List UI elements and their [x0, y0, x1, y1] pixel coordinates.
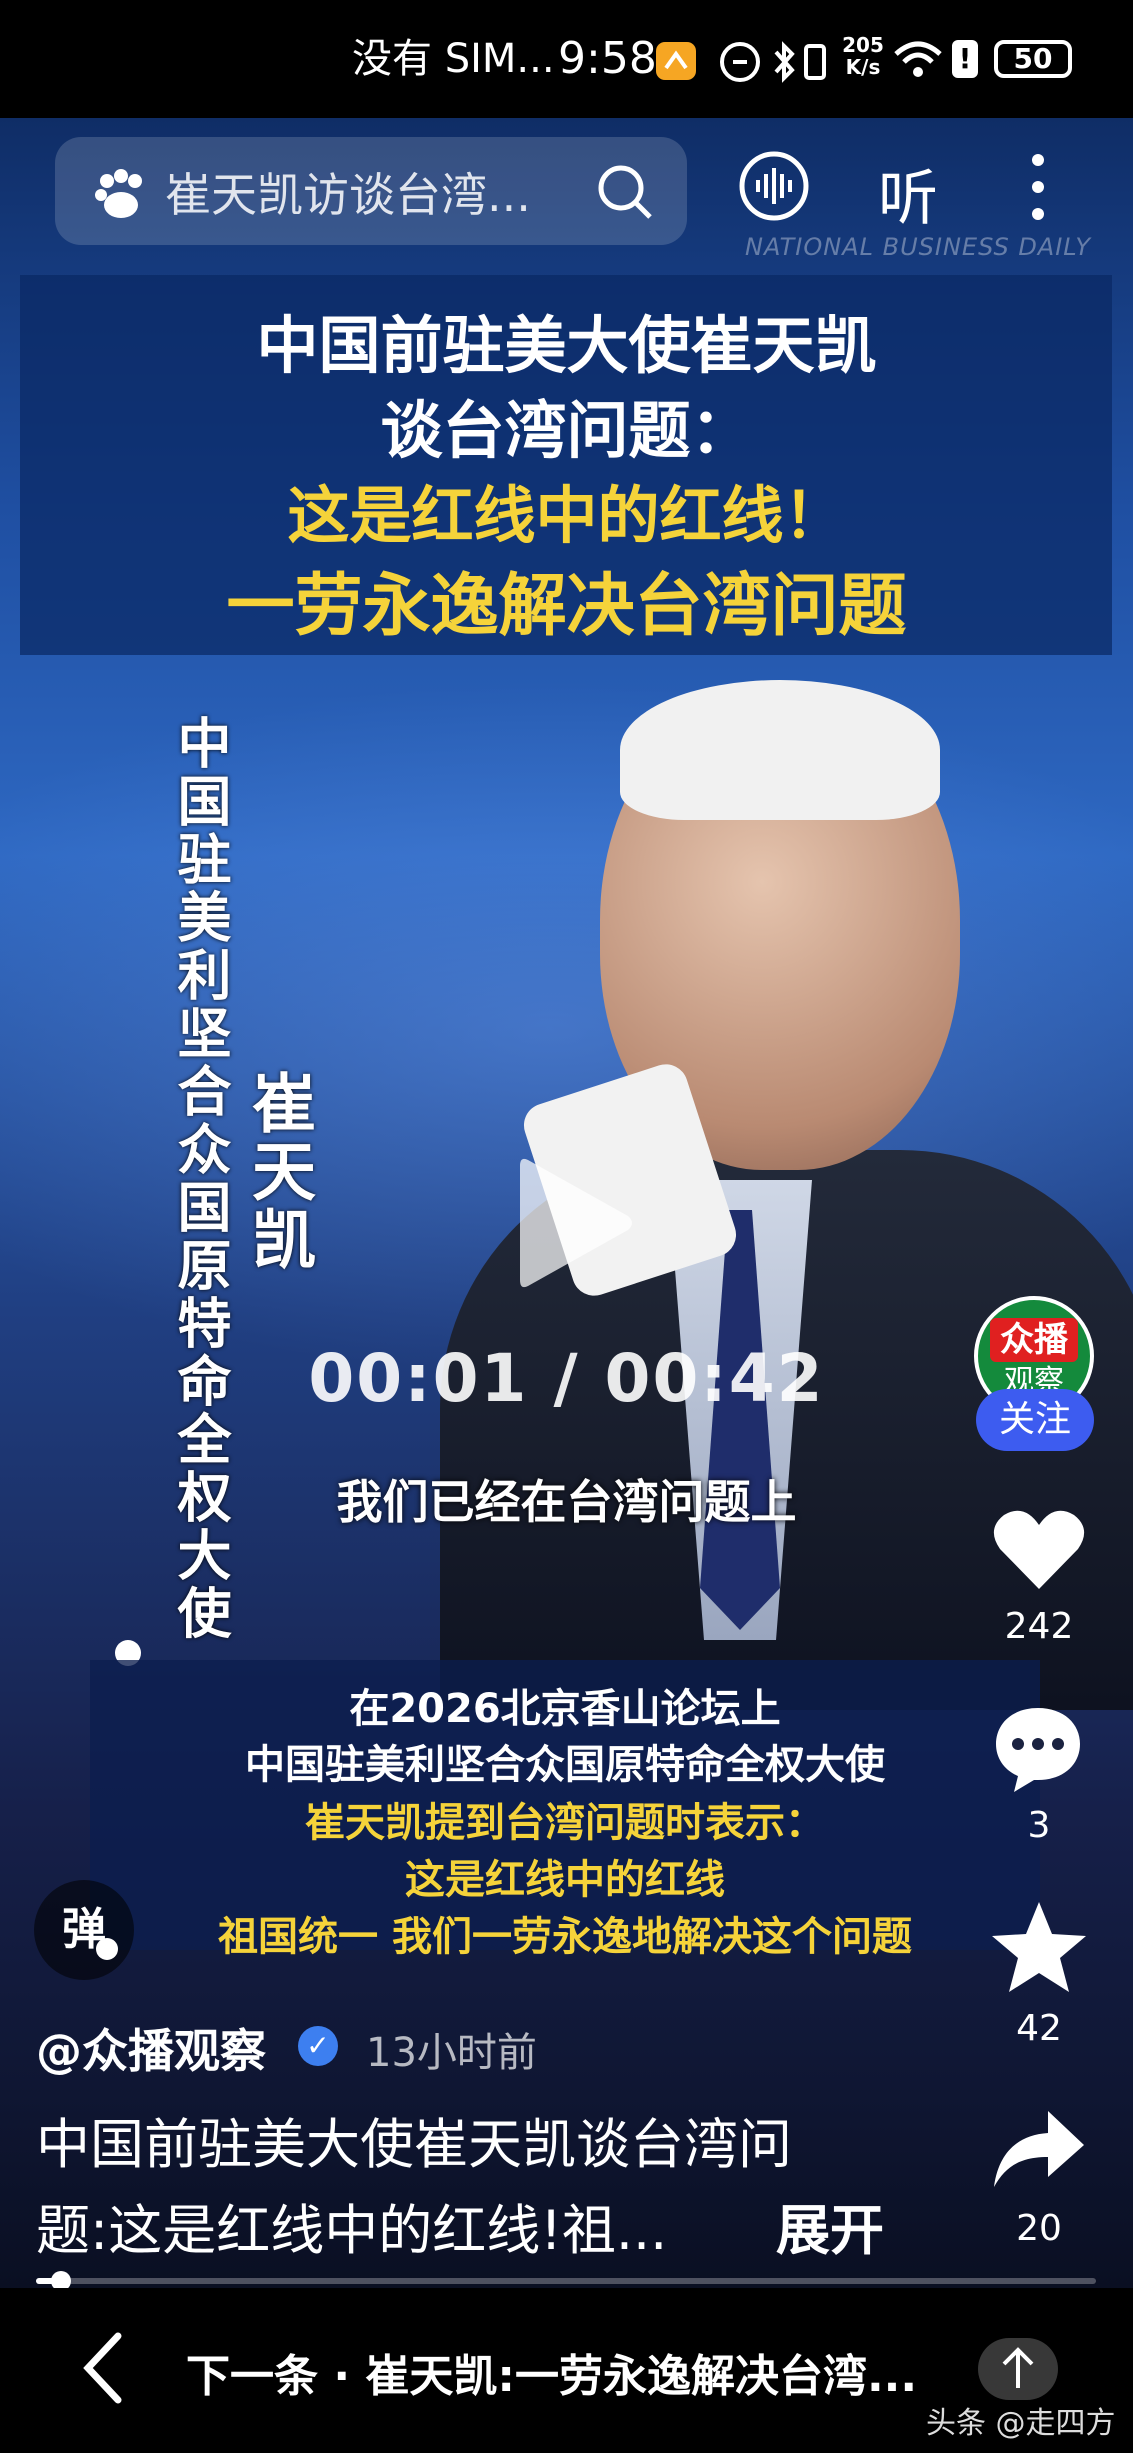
baidu-paw-icon — [93, 167, 147, 223]
nfc-icon — [718, 40, 762, 88]
app-notification-icon — [656, 42, 696, 80]
playback-timer: 00:01 / 00:42 — [308, 1340, 825, 1417]
comment-icon[interactable] — [990, 1700, 1086, 1800]
like-count: 242 — [1004, 1606, 1074, 1647]
alert-icon: ! — [952, 40, 978, 78]
back-icon[interactable] — [78, 2330, 128, 2410]
clock: 9:58 — [558, 33, 657, 84]
headline-line-1: 中国前驻美大使崔天凯 — [256, 309, 877, 382]
comment-count: 3 — [1027, 1805, 1051, 1846]
listen-button[interactable]: 听 — [878, 150, 938, 237]
search-bar[interactable]: 崔天凯访谈台湾... — [55, 137, 687, 245]
share-count: 20 — [1016, 2208, 1062, 2249]
video-caption: 我们已经在台湾问题上 — [336, 1475, 797, 1529]
vibrate-icon — [800, 40, 830, 88]
post-description-line-1: 中国前驻美大使崔天凯谈台湾问 — [36, 2113, 792, 2176]
subtitle-line-5: 祖国统一 我们一劳永逸地解决这个问题 — [218, 1914, 912, 1960]
favorite-count: 42 — [1016, 2008, 1062, 2049]
progress-track[interactable] — [36, 2278, 1096, 2284]
footer-watermark: 头条 @走四方 — [926, 2406, 1116, 2441]
net-speed: 205 K/s — [842, 33, 884, 79]
battery-level: 50 — [1013, 42, 1053, 75]
wifi-icon — [892, 38, 944, 86]
danmaku-off-icon — [96, 1938, 118, 1960]
side-name: 崔天凯 — [241, 1070, 315, 1274]
post-description-line-2: 题:这是红线中的红线!祖... — [36, 2199, 668, 2262]
verified-icon: ✓ — [298, 2026, 338, 2066]
subtitle-line-3: 崔天凯提到台湾问题时表示： — [305, 1800, 825, 1846]
danmaku-toggle[interactable]: 弹 — [34, 1880, 134, 1980]
subtitle-line-4: 这是红线中的红线 — [405, 1857, 725, 1903]
battery-icon: 50 — [994, 40, 1072, 78]
play-icon[interactable] — [510, 1148, 640, 1302]
carrier-label: 没有 SIM... — [352, 36, 555, 82]
search-icon[interactable] — [595, 162, 655, 226]
like-icon[interactable] — [990, 1505, 1088, 1597]
subtitle-line-1: 在2026北京香山论坛上 — [349, 1686, 781, 1732]
next-video-link[interactable]: 下一条 · 崔天凯:一劳永逸解决台湾... — [186, 2340, 946, 2404]
scroll-up-icon[interactable] — [978, 2338, 1058, 2400]
more-icon[interactable] — [1025, 150, 1051, 228]
expand-button[interactable]: 展开 — [776, 2186, 884, 2265]
source-watermark: NATIONAL BUSINESS DAILY — [745, 233, 1092, 261]
headline-line-3: 这是红线中的红线！ — [287, 479, 846, 552]
audio-wave-icon[interactable] — [738, 150, 810, 226]
bottom-bar: 下一条 · 崔天凯:一劳永逸解决台湾... 头条 @走四方 — [0, 2288, 1133, 2453]
subtitle-line-2: 中国驻美利坚合众国原特命全权大使 — [245, 1742, 885, 1788]
headline-line-2: 谈台湾问题： — [380, 394, 753, 467]
follow-button[interactable]: 关注 — [976, 1389, 1094, 1451]
search-query: 崔天凯访谈台湾... — [165, 168, 531, 222]
author-name[interactable]: @众播观察 — [36, 2015, 266, 2081]
post-time: 13小时前 — [366, 2030, 537, 2076]
headline-line-4: 一劳永逸解决台湾问题 — [226, 567, 907, 646]
favorite-star-icon[interactable] — [990, 1898, 1088, 1998]
share-icon[interactable] — [990, 2105, 1086, 2195]
bluetooth-icon — [770, 40, 800, 88]
status-bar: 没有 SIM... 9:58 205 K/s ! 50 — [0, 0, 1133, 118]
